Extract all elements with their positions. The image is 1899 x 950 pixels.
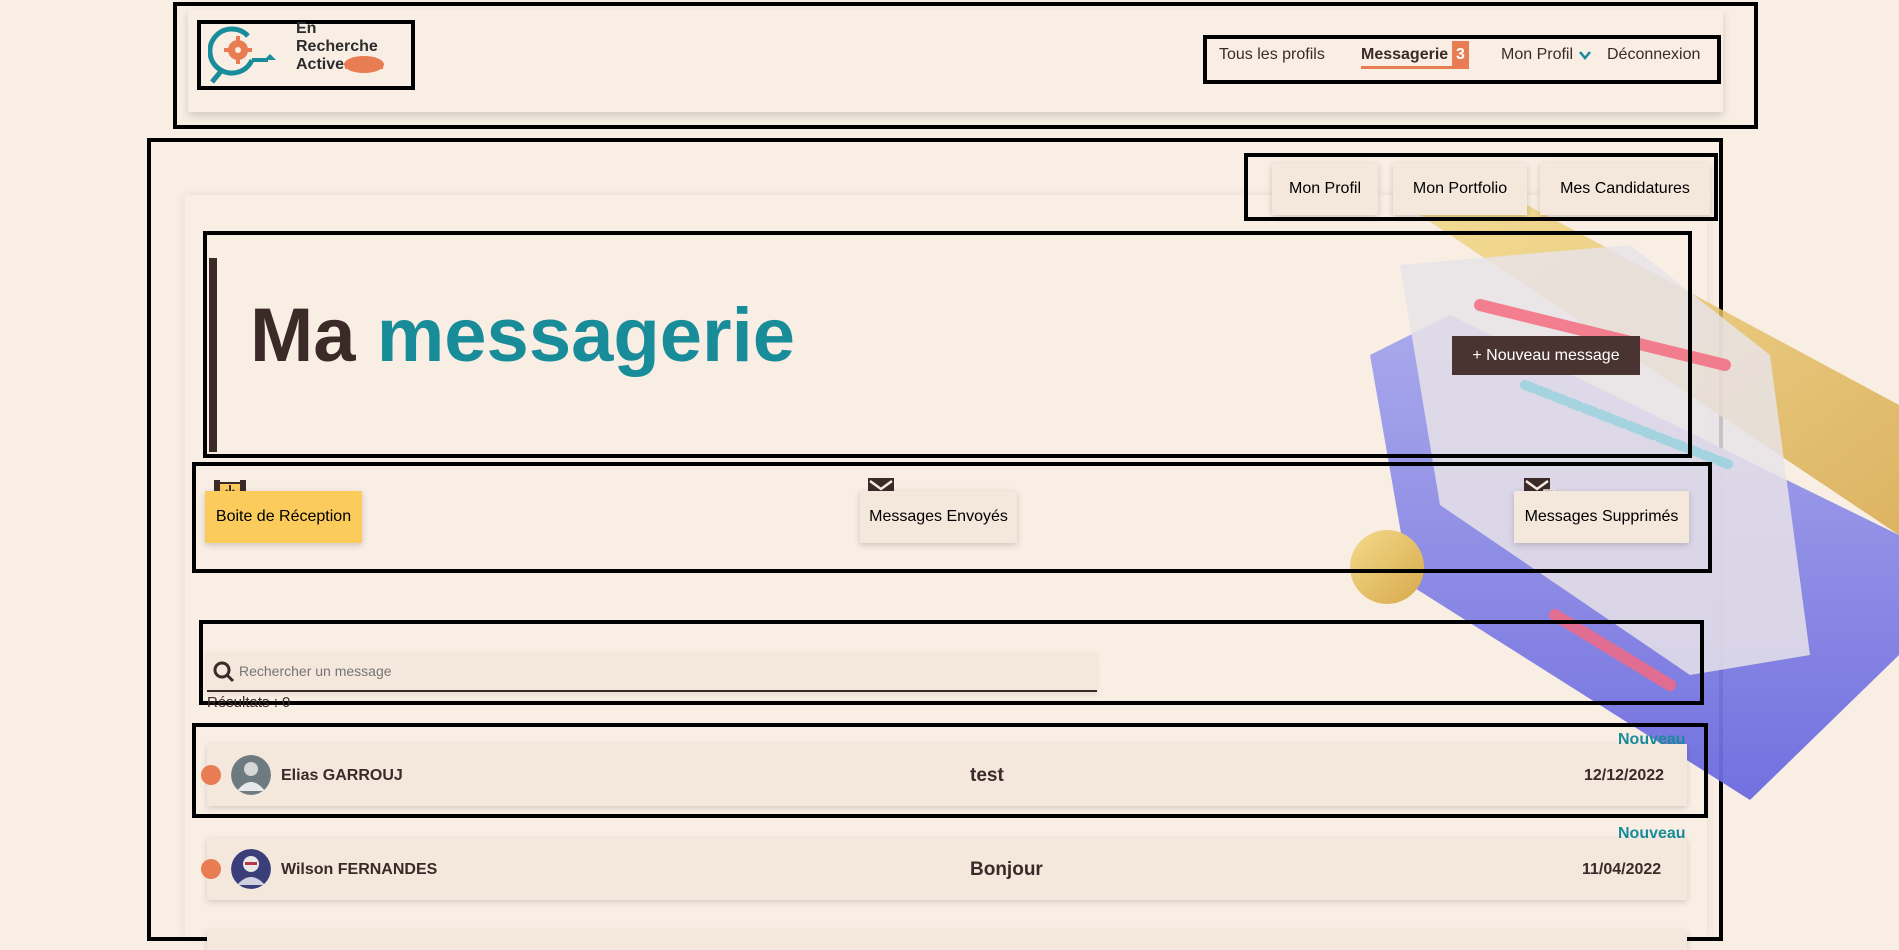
message-row[interactable] bbox=[207, 930, 1687, 950]
message-row[interactable] bbox=[207, 744, 1687, 806]
logo-line-3: Active bbox=[296, 56, 345, 73]
logo-text: En Recherche Active.Com bbox=[296, 20, 385, 74]
subnav-profile-button[interactable]: Mon Profil bbox=[1272, 163, 1378, 215]
message-date: 12/12/2022 bbox=[1584, 767, 1665, 784]
page-title-part1: Ma bbox=[250, 293, 356, 378]
nav-messaging[interactable]: Messagerie bbox=[1361, 46, 1448, 64]
nav-all-profiles[interactable]: Tous les profils bbox=[1219, 46, 1325, 64]
search-icon bbox=[213, 661, 235, 683]
unread-dot-icon bbox=[201, 859, 221, 879]
avatar bbox=[231, 755, 271, 795]
logo-suffix: .Com bbox=[344, 56, 385, 73]
message-subject: test bbox=[970, 765, 1004, 786]
logo-icon[interactable] bbox=[208, 24, 278, 86]
page-title: Ma messagerie bbox=[250, 296, 795, 376]
message-sender: Wilson FERNANDES bbox=[281, 861, 438, 878]
tab-sent[interactable]: Messages Envoyés bbox=[860, 491, 1017, 543]
tab-deleted[interactable]: Messages Supprimés bbox=[1514, 491, 1689, 543]
avatar bbox=[231, 849, 271, 889]
search-input[interactable] bbox=[239, 663, 839, 679]
subnav-applications-button[interactable]: Mes Candidatures bbox=[1540, 163, 1710, 215]
results-count: Résultats : 0 bbox=[207, 694, 291, 711]
new-message-button[interactable]: + Nouveau message bbox=[1452, 336, 1640, 375]
nav-my-profile[interactable]: Mon Profil bbox=[1501, 46, 1573, 64]
nav-active-underline bbox=[1361, 66, 1453, 69]
unread-count-badge: 3 bbox=[1452, 41, 1469, 69]
subnav-portfolio-button[interactable]: Mon Portfolio bbox=[1393, 163, 1527, 215]
message-sender: Elias GARROUJ bbox=[281, 767, 403, 784]
unread-dot-icon bbox=[201, 765, 221, 785]
hero-accent-bar bbox=[209, 258, 217, 452]
logo-line-1: En bbox=[296, 20, 317, 37]
chevron-down-icon[interactable] bbox=[1579, 49, 1591, 61]
tab-inbox[interactable]: Boite de Réception bbox=[205, 491, 362, 543]
nav-logout[interactable]: Déconnexion bbox=[1607, 46, 1700, 64]
logo-line-2: Recherche bbox=[296, 38, 378, 55]
message-subject: Bonjour bbox=[970, 859, 1043, 880]
page-title-part2: messagerie bbox=[376, 293, 795, 378]
message-date: 11/04/2022 bbox=[1582, 861, 1662, 878]
